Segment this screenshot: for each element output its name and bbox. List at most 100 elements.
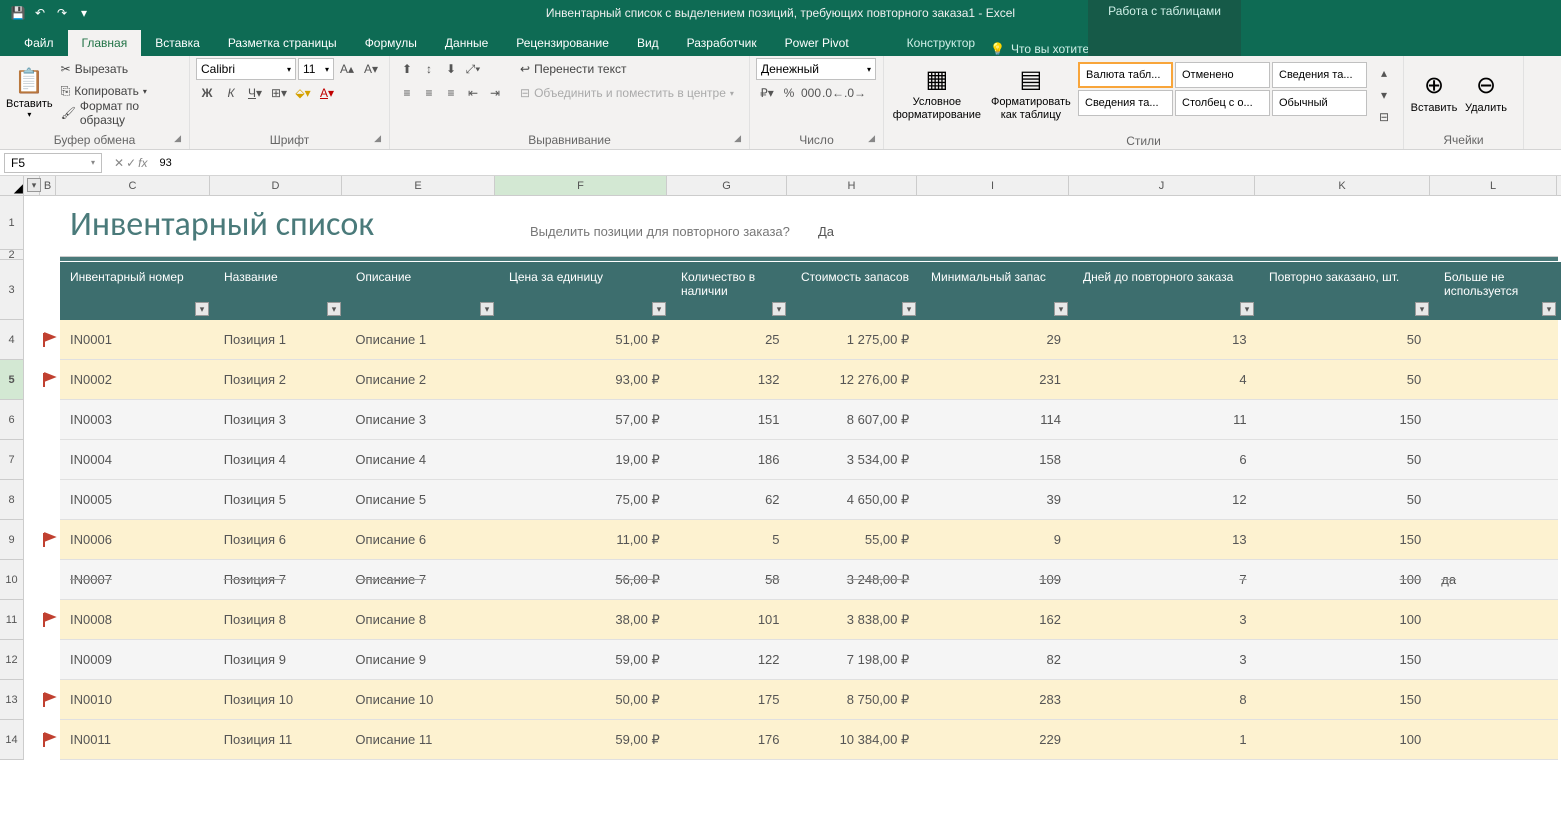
styles-up-icon[interactable]: ▴ <box>1373 62 1395 84</box>
dialog-launcher-icon[interactable]: ◢ <box>734 133 741 144</box>
align-top-icon[interactable]: ⬆ <box>396 58 418 80</box>
table-header[interactable]: Больше не используется▾ <box>1434 262 1561 320</box>
table-cell[interactable]: IN0005 <box>60 480 214 519</box>
inc-decimal-icon[interactable]: .0← <box>822 82 844 104</box>
table-cell[interactable] <box>1431 440 1558 479</box>
table-cell[interactable]: 82 <box>919 640 1071 679</box>
table-header[interactable]: Количество в наличии▾ <box>671 262 791 320</box>
tab-review[interactable]: Рецензирование <box>502 30 623 56</box>
table-row[interactable]: IN0003Позиция 3Описание 357,00 ₽1518 607… <box>60 400 1558 440</box>
row-header-3[interactable]: 3 <box>0 260 24 320</box>
table-cell[interactable]: 11 <box>1071 400 1257 439</box>
table-row[interactable]: IN0005Позиция 5Описание 575,00 ₽624 650,… <box>60 480 1558 520</box>
table-cell[interactable]: да <box>1431 560 1558 599</box>
table-cell[interactable]: 1 <box>1071 720 1257 759</box>
table-cell[interactable]: 38,00 ₽ <box>498 600 670 639</box>
table-cell[interactable]: 3 <box>1071 640 1257 679</box>
style-details2[interactable]: Сведения та... <box>1078 90 1173 116</box>
table-cell[interactable]: 50 <box>1257 480 1432 519</box>
table-cell[interactable]: 50,00 ₽ <box>498 680 670 719</box>
table-cell[interactable]: 100 <box>1257 720 1432 759</box>
table-header[interactable]: Стоимость запасов▾ <box>791 262 921 320</box>
table-cell[interactable]: 51,00 ₽ <box>498 320 670 359</box>
table-cell[interactable]: IN0006 <box>60 520 214 559</box>
table-cell[interactable]: 150 <box>1257 640 1432 679</box>
table-cell[interactable] <box>1431 640 1558 679</box>
row-header-5[interactable]: 5 <box>0 360 24 400</box>
table-cell[interactable] <box>1431 680 1558 719</box>
table-cell[interactable]: Позиция 6 <box>214 520 346 559</box>
table-header[interactable]: Название▾ <box>214 262 346 320</box>
table-cell[interactable]: 11,00 ₽ <box>498 520 670 559</box>
table-cell[interactable]: IN0007 <box>60 560 214 599</box>
table-cell[interactable]: 3 838,00 ₽ <box>790 600 920 639</box>
col-header-i[interactable]: I <box>917 176 1069 195</box>
table-cell[interactable] <box>1431 400 1558 439</box>
table-cell[interactable]: 93,00 ₽ <box>498 360 670 399</box>
table-cell[interactable]: Позиция 2 <box>214 360 346 399</box>
table-cell[interactable]: Описание 10 <box>345 680 498 719</box>
col-header-e[interactable]: E <box>342 176 495 195</box>
table-cell[interactable]: Позиция 4 <box>214 440 346 479</box>
format-as-table-button[interactable]: ▤ Форматировать как таблицу <box>988 58 1074 124</box>
table-cell[interactable]: 283 <box>919 680 1071 719</box>
table-cell[interactable]: 114 <box>919 400 1071 439</box>
table-header[interactable]: Инвентарный номер▾ <box>60 262 214 320</box>
row-header-6[interactable]: 6 <box>0 400 24 440</box>
table-cell[interactable]: Описание 9 <box>345 640 498 679</box>
underline-button[interactable]: Ч▾ <box>244 82 266 104</box>
tab-layout[interactable]: Разметка страницы <box>214 30 351 56</box>
table-cell[interactable]: 62 <box>670 480 790 519</box>
tab-data[interactable]: Данные <box>431 30 502 56</box>
bold-button[interactable]: Ж <box>196 82 218 104</box>
dialog-launcher-icon[interactable]: ◢ <box>868 133 875 144</box>
row-header-12[interactable]: 12 <box>0 640 24 680</box>
table-cell[interactable]: 8 750,00 ₽ <box>790 680 920 719</box>
col-header-j[interactable]: J <box>1069 176 1255 195</box>
table-cell[interactable]: Описание 1 <box>345 320 498 359</box>
table-cell[interactable]: 175 <box>670 680 790 719</box>
row-header-8[interactable]: 8 <box>0 480 24 520</box>
table-cell[interactable]: 12 <box>1071 480 1257 519</box>
font-name-combo[interactable]: Calibri▾ <box>196 58 296 80</box>
table-cell[interactable]: 7 <box>1071 560 1257 599</box>
table-cell[interactable]: 229 <box>919 720 1071 759</box>
col-header-g[interactable]: G <box>667 176 787 195</box>
table-row[interactable]: IN0009Позиция 9Описание 959,00 ₽1227 198… <box>60 640 1558 680</box>
row-header-4[interactable]: 4 <box>0 320 24 360</box>
name-box[interactable]: F5▾ <box>4 153 102 173</box>
table-cell[interactable]: 3 <box>1071 600 1257 639</box>
table-cell[interactable]: 1 275,00 ₽ <box>790 320 920 359</box>
align-bottom-icon[interactable]: ⬇ <box>440 58 462 80</box>
col-header-c[interactable]: C <box>56 176 210 195</box>
number-format-combo[interactable]: Денежный▾ <box>756 58 876 80</box>
table-cell[interactable]: Позиция 8 <box>214 600 346 639</box>
currency-icon[interactable]: ₽▾ <box>756 82 778 104</box>
table-cell[interactable] <box>1431 520 1558 559</box>
orientation-icon[interactable]: ⤢▾ <box>462 58 484 80</box>
style-column[interactable]: Столбец с о... <box>1175 90 1270 116</box>
table-row[interactable]: IN0004Позиция 4Описание 419,00 ₽1863 534… <box>60 440 1558 480</box>
table-cell[interactable]: 150 <box>1257 520 1432 559</box>
table-header[interactable]: Дней до повторного заказа▾ <box>1073 262 1259 320</box>
redo-icon[interactable]: ↷ <box>52 3 72 23</box>
row-header-13[interactable]: 13 <box>0 680 24 720</box>
table-row[interactable]: IN0006Позиция 6Описание 611,00 ₽555,00 ₽… <box>60 520 1558 560</box>
row-header-9[interactable]: 9 <box>0 520 24 560</box>
style-normal[interactable]: Обычный <box>1272 90 1367 116</box>
table-cell[interactable]: Позиция 10 <box>214 680 346 719</box>
formula-input[interactable]: 93 <box>155 157 1561 169</box>
tab-powerpivot[interactable]: Power Pivot <box>771 30 863 56</box>
subtitle-answer[interactable]: Да <box>818 224 834 239</box>
table-cell[interactable]: Позиция 3 <box>214 400 346 439</box>
table-cell[interactable]: 25 <box>670 320 790 359</box>
table-cell[interactable]: Описание 7 <box>345 560 498 599</box>
qat-more-icon[interactable]: ▾ <box>74 3 94 23</box>
table-cell[interactable]: 162 <box>919 600 1071 639</box>
table-cell[interactable]: Позиция 9 <box>214 640 346 679</box>
table-row[interactable]: IN0008Позиция 8Описание 838,00 ₽1013 838… <box>60 600 1558 640</box>
border-button[interactable]: ⊞▾ <box>268 82 290 104</box>
col-header-k[interactable]: K <box>1255 176 1430 195</box>
style-currency[interactable]: Валюта табл... <box>1078 62 1173 88</box>
table-cell[interactable]: 29 <box>919 320 1071 359</box>
